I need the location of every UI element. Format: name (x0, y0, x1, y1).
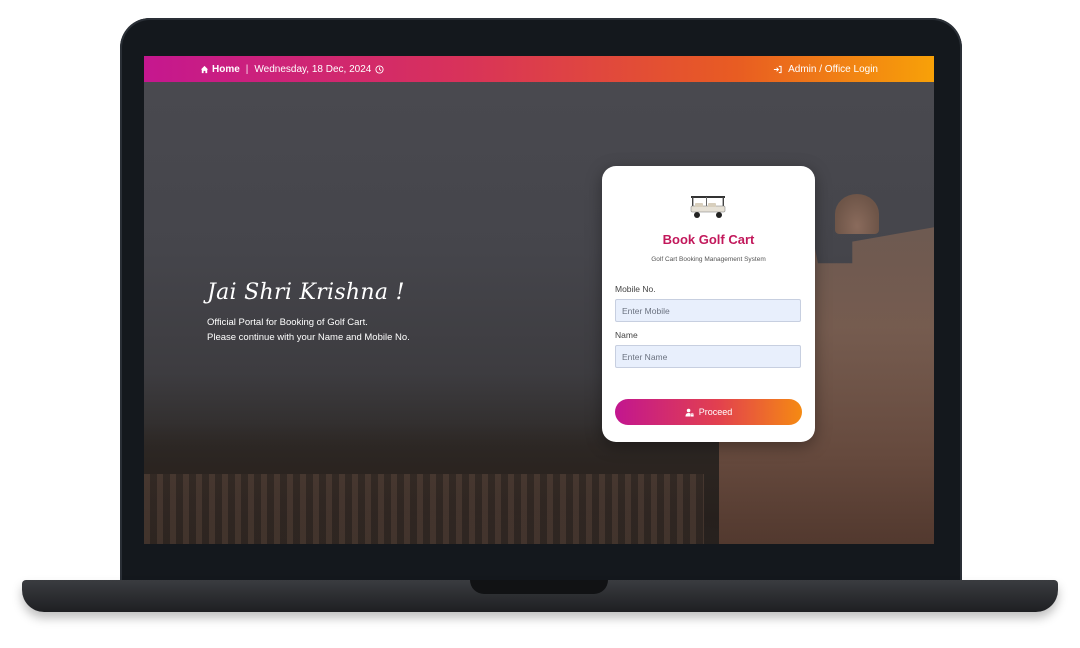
home-link[interactable]: Home (200, 64, 240, 75)
home-icon (200, 65, 209, 73)
user-lock-icon (685, 408, 694, 417)
card-subtitle: Golf Cart Booking Management System (651, 256, 766, 263)
name-label: Name (615, 330, 638, 340)
date-text: Wednesday, 18 Dec, 2024 (254, 63, 372, 75)
background-city (144, 474, 704, 544)
name-input[interactable] (615, 345, 801, 368)
proceed-label: Proceed (698, 407, 733, 417)
top-bar: Home | Wednesday, 18 Dec, 2024 Admin / O… (144, 56, 934, 82)
sign-in-icon (774, 65, 782, 73)
welcome-section: Jai Shri Krishna ! Official Portal for B… (207, 280, 410, 345)
admin-login-link[interactable]: Admin / Office Login (773, 64, 878, 75)
mobile-label: Mobile No. (615, 284, 656, 294)
background-fort-dome (835, 194, 879, 234)
intro-line-1: Official Portal for Booking of Golf Cart… (207, 317, 368, 328)
card-title: Book Golf Cart (662, 232, 755, 247)
laptop-screen: Home | Wednesday, 18 Dec, 2024 Admin / O… (144, 56, 934, 544)
admin-login-label: Admin / Office Login (788, 63, 878, 75)
mobile-input[interactable] (615, 299, 801, 322)
page: Home | Wednesday, 18 Dec, 2024 Admin / O… (0, 0, 1080, 648)
greeting: Jai Shri Krishna ! (207, 280, 405, 305)
clock-icon (375, 64, 384, 74)
separator: | (245, 63, 249, 75)
proceed-button[interactable]: Proceed (615, 399, 802, 425)
top-bar-left: Home | Wednesday, 18 Dec, 2024 (200, 56, 384, 82)
golf-cart-image (690, 196, 726, 218)
laptop-notch (470, 580, 608, 594)
top-bar-right: Admin / Office Login (773, 56, 878, 82)
intro-line-2: Please continue with your Name and Mobil… (207, 332, 410, 343)
booking-card: Book Golf Cart Golf Cart Booking Managem… (602, 166, 815, 442)
home-label: Home (212, 63, 240, 75)
